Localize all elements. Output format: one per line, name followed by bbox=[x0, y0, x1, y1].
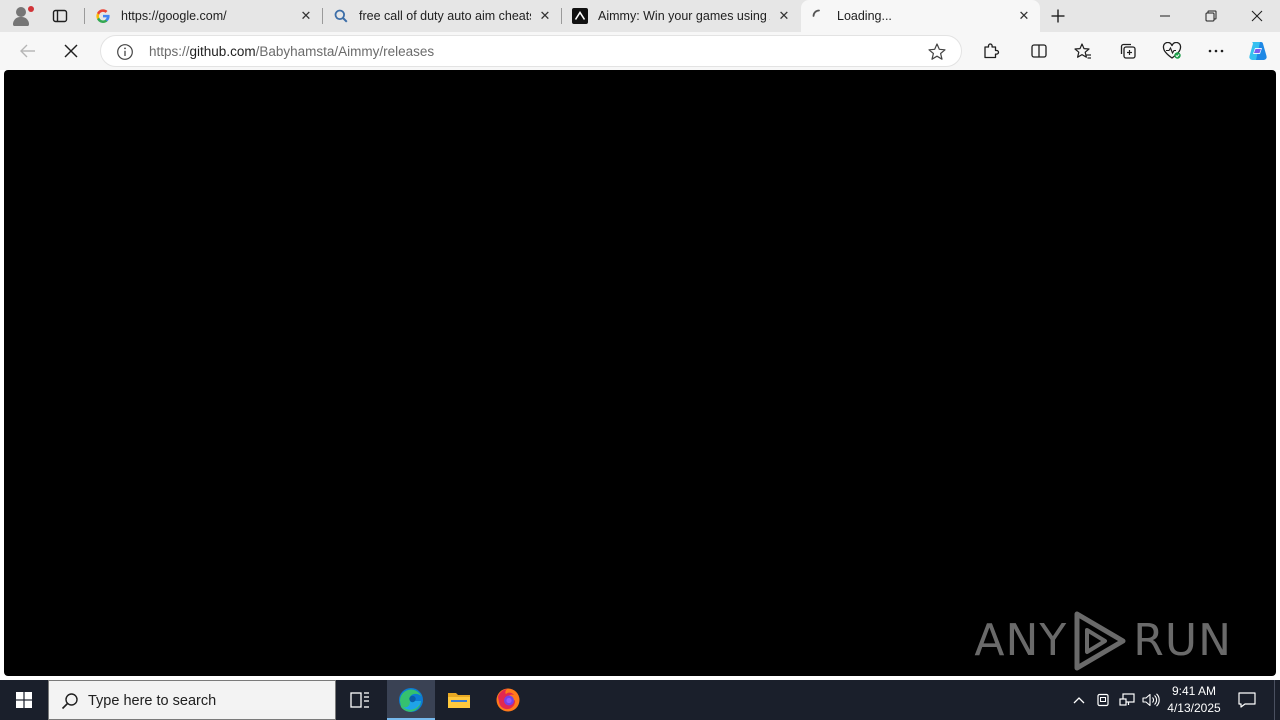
back-arrow-icon bbox=[20, 44, 35, 58]
tab-title: https://google.com/ bbox=[121, 9, 227, 23]
play-logo-icon bbox=[1074, 611, 1126, 671]
clock-date: 4/13/2025 bbox=[1167, 701, 1221, 715]
search-icon bbox=[61, 693, 78, 710]
tab-actions-icon bbox=[52, 9, 68, 23]
star-favorite-icon[interactable] bbox=[927, 42, 947, 62]
browser-essentials-button[interactable] bbox=[1157, 36, 1187, 66]
taskbar-clock[interactable]: 9:41 AM 4/13/2025 bbox=[1162, 683, 1226, 717]
tab-title: Loading... bbox=[837, 9, 892, 23]
tab-close-icon[interactable]: ✕ bbox=[535, 6, 555, 26]
tab-title: free call of duty auto aim cheats bbox=[359, 9, 531, 23]
watermark-left-text: ANY bbox=[974, 615, 1068, 666]
aimmy-logo-icon bbox=[572, 8, 588, 24]
close-icon bbox=[1251, 10, 1263, 22]
site-info-icon[interactable] bbox=[116, 43, 134, 61]
minimize-icon bbox=[1160, 15, 1170, 17]
tab-strip: https://google.com/ ✕ free call of duty … bbox=[0, 0, 1280, 32]
back-button[interactable] bbox=[13, 36, 43, 66]
url-scheme: https:// bbox=[149, 44, 190, 59]
url-host: github.com bbox=[189, 44, 256, 59]
search-placeholder: Type here to search bbox=[88, 693, 217, 709]
restore-button[interactable] bbox=[1188, 0, 1234, 32]
page-viewport[interactable]: ANY RUN bbox=[4, 70, 1276, 676]
address-bar[interactable]: https://github.com/Babyhamsta/Aimmy/rele… bbox=[100, 35, 962, 67]
tab-actions-button[interactable] bbox=[48, 4, 72, 28]
clock-time: 9:41 AM bbox=[1171, 684, 1217, 698]
loading-spinner-icon bbox=[811, 8, 827, 24]
watermark-right-text: RUN bbox=[1133, 615, 1232, 666]
task-view-button[interactable] bbox=[336, 680, 384, 720]
tab-close-icon[interactable]: ✕ bbox=[774, 6, 794, 26]
favorites-button[interactable] bbox=[1068, 36, 1098, 66]
network-status-button[interactable] bbox=[1116, 680, 1138, 720]
anyrun-watermark: ANY RUN bbox=[974, 610, 1232, 672]
speaker-icon bbox=[1142, 693, 1160, 707]
network-icon bbox=[1119, 693, 1135, 706]
new-tab-button[interactable] bbox=[1046, 4, 1070, 28]
close-window-button[interactable] bbox=[1234, 0, 1280, 32]
tab-google[interactable]: https://google.com/ ✕ bbox=[85, 0, 322, 32]
tab-title: Aimmy: Win your games using AI bbox=[598, 9, 770, 23]
copilot-button[interactable] bbox=[1243, 36, 1273, 66]
tab-search[interactable]: free call of duty auto aim cheats ✕ bbox=[323, 0, 561, 32]
taskbar-file-explorer[interactable] bbox=[435, 680, 483, 720]
collections-button[interactable] bbox=[1113, 36, 1143, 66]
favorites-star-icon bbox=[1074, 43, 1091, 59]
profile-button[interactable] bbox=[8, 3, 36, 29]
extensions-button[interactable] bbox=[976, 36, 1006, 66]
volume-button[interactable] bbox=[1140, 680, 1162, 720]
copilot-icon bbox=[1249, 42, 1267, 61]
windows-logo-icon bbox=[16, 692, 32, 708]
search-icon bbox=[333, 8, 349, 24]
edge-browser-icon bbox=[399, 688, 423, 712]
windows-taskbar: Type here to search 9:41 AM 4/13/2025 bbox=[0, 680, 1280, 720]
device-icon bbox=[1097, 693, 1109, 707]
puzzle-icon bbox=[984, 43, 1000, 59]
url-path: /Babyhamsta/Aimmy/releases bbox=[255, 44, 435, 59]
action-center-button[interactable] bbox=[1232, 680, 1262, 720]
chevron-up-icon bbox=[1073, 697, 1085, 704]
more-dots-icon bbox=[1208, 49, 1224, 53]
url-text[interactable]: https://github.com/Babyhamsta/Aimmy/rele… bbox=[149, 44, 434, 60]
stop-loading-button[interactable] bbox=[56, 36, 86, 66]
show-hidden-icons-button[interactable] bbox=[1068, 680, 1090, 720]
google-g-icon bbox=[95, 8, 111, 24]
tab-close-icon[interactable]: ✕ bbox=[296, 6, 316, 26]
firefox-icon bbox=[496, 688, 520, 712]
taskbar-search-box[interactable]: Type here to search bbox=[48, 680, 336, 720]
tray-app-icon[interactable] bbox=[1093, 680, 1113, 720]
browser-toolbar: https://github.com/Babyhamsta/Aimmy/rele… bbox=[0, 32, 1280, 70]
heart-pulse-icon bbox=[1162, 42, 1182, 59]
restore-icon bbox=[1205, 10, 1217, 22]
split-screen-icon bbox=[1031, 44, 1047, 58]
show-desktop-button[interactable] bbox=[1274, 680, 1280, 720]
taskbar-firefox[interactable] bbox=[484, 680, 532, 720]
task-view-icon bbox=[350, 692, 369, 708]
split-screen-button[interactable] bbox=[1024, 36, 1054, 66]
plus-icon bbox=[1051, 9, 1065, 23]
close-icon bbox=[64, 44, 78, 58]
notification-icon bbox=[1238, 692, 1256, 708]
tab-aimmy[interactable]: Aimmy: Win your games using AI ✕ bbox=[562, 0, 800, 32]
folder-icon bbox=[448, 693, 470, 708]
start-button[interactable] bbox=[0, 680, 48, 720]
settings-more-button[interactable] bbox=[1201, 36, 1231, 66]
minimize-button[interactable] bbox=[1142, 0, 1188, 32]
collections-icon bbox=[1120, 43, 1136, 59]
profile-avatar-icon bbox=[16, 7, 26, 17]
tab-close-icon[interactable]: ✕ bbox=[1014, 6, 1034, 26]
taskbar-edge[interactable] bbox=[387, 680, 435, 720]
profile-notification-dot bbox=[28, 6, 34, 12]
tab-loading[interactable]: Loading... ✕ bbox=[801, 0, 1040, 32]
